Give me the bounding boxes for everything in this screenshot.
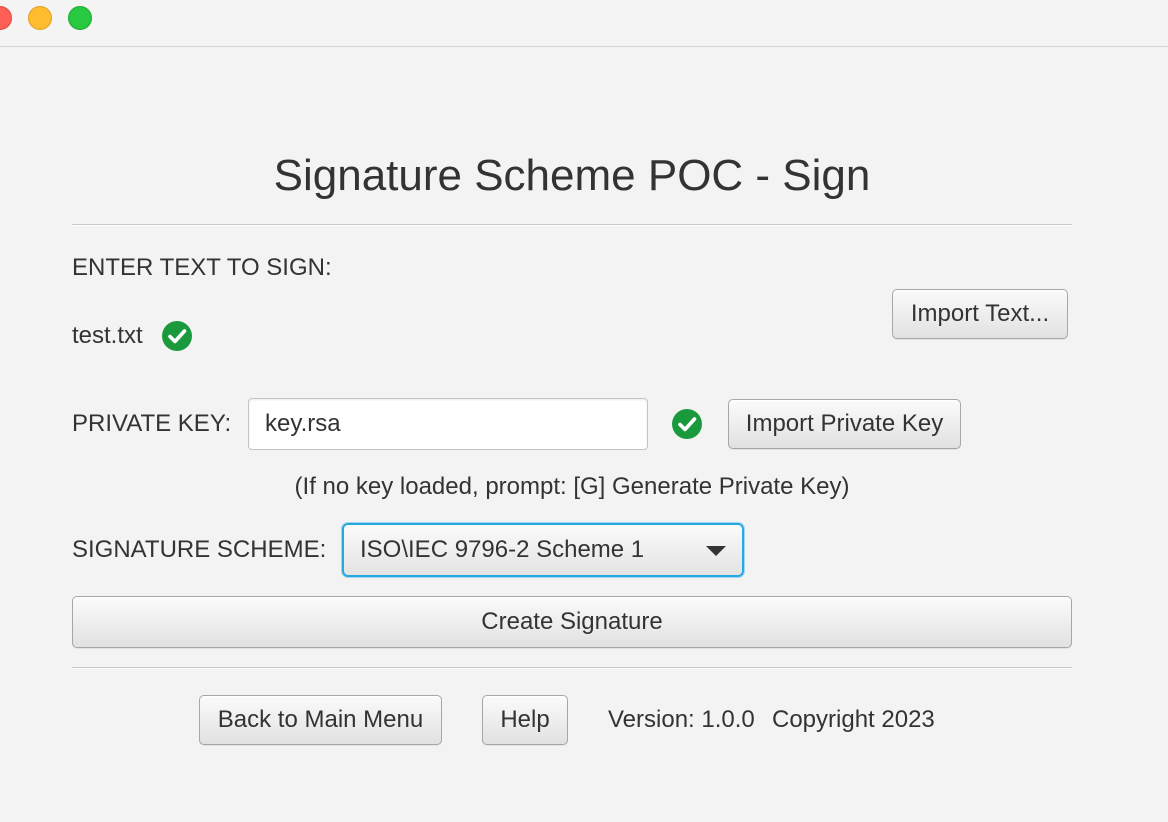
private-key-label: PRIVATE KEY: xyxy=(72,410,232,437)
close-window-button[interactable] xyxy=(0,6,12,30)
zoom-window-button[interactable] xyxy=(68,6,92,30)
title-bar xyxy=(0,0,1168,47)
create-signature-button[interactable]: Create Signature xyxy=(72,596,1072,648)
text-file-name: test.txt xyxy=(72,322,143,349)
minimize-window-button[interactable] xyxy=(28,6,52,30)
help-button[interactable]: Help xyxy=(482,695,568,745)
import-private-key-button[interactable]: Import Private Key xyxy=(728,399,961,449)
app-window: Signature Scheme POC - Sign ENTER TEXT T… xyxy=(0,0,1168,822)
page-title: Signature Scheme POC - Sign xyxy=(273,151,871,200)
back-to-main-menu-button[interactable]: Back to Main Menu xyxy=(199,695,442,745)
check-circle-icon xyxy=(162,321,192,351)
import-text-button[interactable]: Import Text... xyxy=(892,289,1068,339)
signature-scheme-label: SIGNATURE SCHEME: xyxy=(72,536,327,563)
footer-separator xyxy=(72,667,1072,669)
title-separator xyxy=(72,224,1072,226)
version-label: Version: 1.0.0 xyxy=(608,706,755,733)
signature-scheme-select[interactable]: ISO\IEC 9796-2 Scheme 1 xyxy=(342,523,744,577)
copyright-label: Copyright 2023 xyxy=(772,706,935,733)
generate-key-hint: (If no key loaded, prompt: [G] Generate … xyxy=(294,473,850,500)
signature-scheme-value: ISO\IEC 9796-2 Scheme 1 xyxy=(360,536,645,563)
text-to-sign-label: ENTER TEXT TO SIGN: xyxy=(72,254,332,281)
check-circle-icon xyxy=(672,409,702,439)
private-key-field[interactable] xyxy=(248,398,648,450)
chevron-down-icon xyxy=(706,546,726,556)
